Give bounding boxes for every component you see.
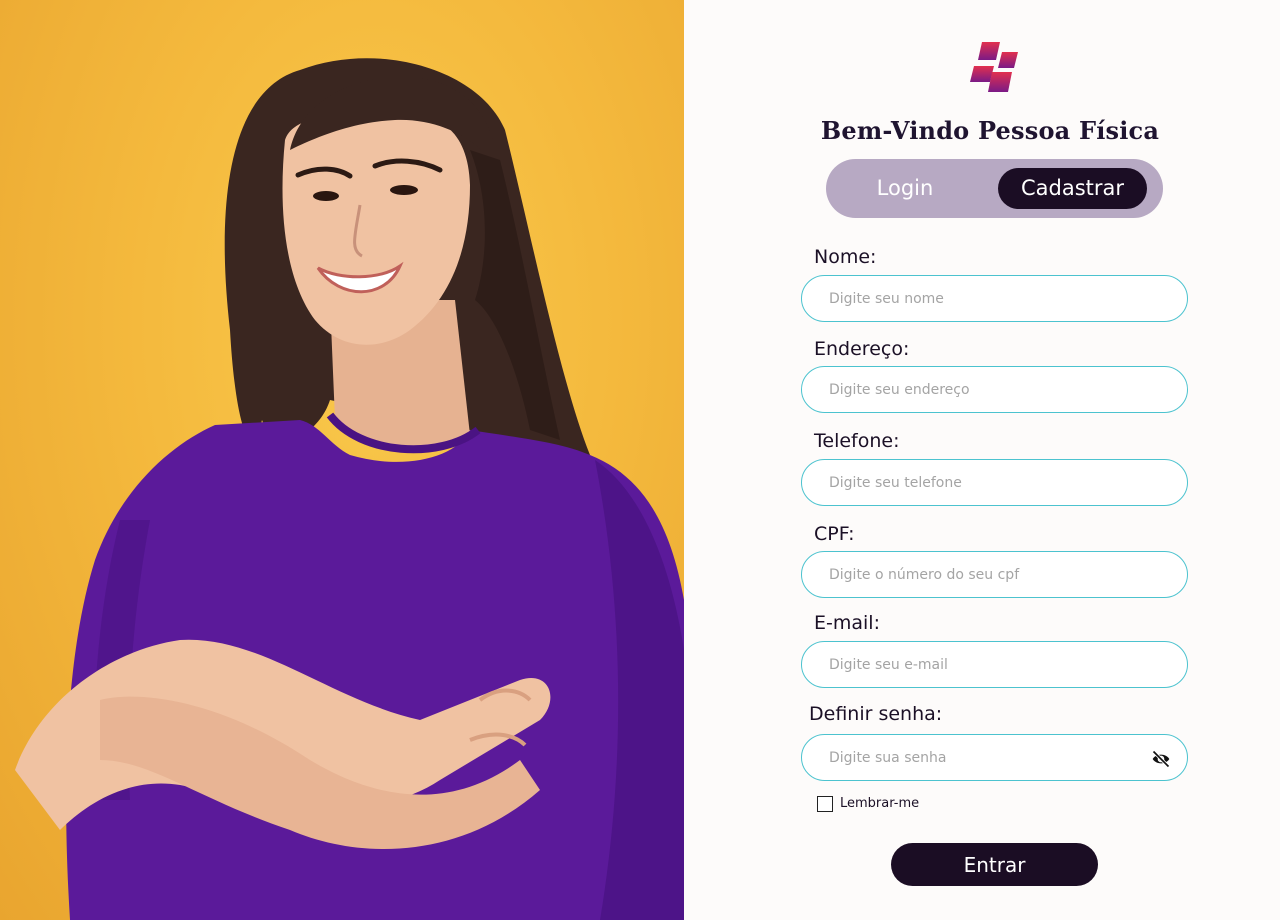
page-title: Bem-Vindo Pessoa Física <box>820 116 1160 145</box>
remember-checkbox[interactable] <box>817 796 833 812</box>
name-label: Nome: <box>814 246 877 268</box>
auth-tab-switch: Login Cadastrar <box>826 159 1163 218</box>
brand-logo-icon <box>970 42 1018 92</box>
hero-photo <box>0 0 684 920</box>
remember-label: Lembrar-me <box>840 796 920 811</box>
tab-register[interactable]: Cadastrar <box>998 168 1147 209</box>
email-label: E-mail: <box>814 612 880 634</box>
smiling-woman-photo <box>15 58 684 920</box>
phone-label: Telefone: <box>814 430 900 452</box>
address-label: Endereço: <box>814 338 910 360</box>
cpf-label: CPF: <box>814 523 855 545</box>
cpf-input[interactable] <box>801 551 1188 598</box>
submit-button[interactable]: Entrar <box>891 843 1098 886</box>
name-input[interactable] <box>801 275 1188 322</box>
tab-login[interactable]: Login <box>840 168 970 209</box>
email-input[interactable] <box>801 641 1188 688</box>
phone-input[interactable] <box>801 459 1188 506</box>
address-input[interactable] <box>801 366 1188 413</box>
password-input[interactable] <box>801 734 1188 781</box>
password-label: Definir senha: <box>809 703 943 725</box>
eye-slash-icon[interactable] <box>1151 750 1171 768</box>
